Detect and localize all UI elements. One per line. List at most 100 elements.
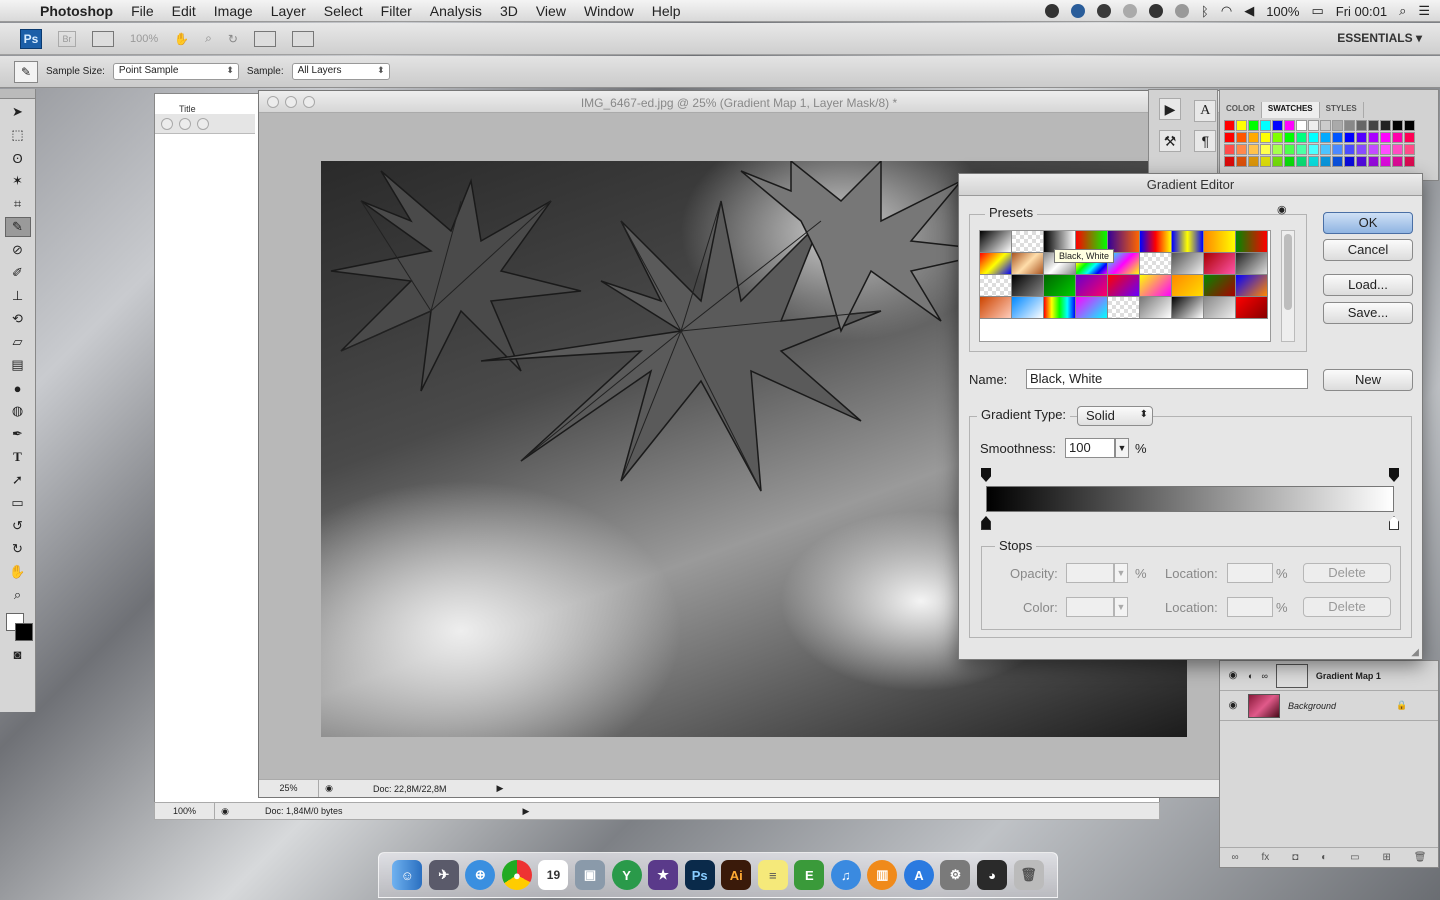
eye-icon[interactable]: ◉ bbox=[1226, 700, 1240, 711]
system-preferences-icon[interactable]: ⚙ bbox=[940, 860, 971, 890]
arrange-documents-icon[interactable] bbox=[253, 30, 276, 47]
swatch[interactable] bbox=[1248, 120, 1259, 131]
gradient-preset-swatch[interactable] bbox=[1076, 297, 1108, 319]
minimize-icon[interactable] bbox=[179, 117, 191, 130]
brush-tool-icon[interactable]: ✐ bbox=[5, 263, 31, 283]
new-layer-icon[interactable]: ⊞ bbox=[1382, 852, 1390, 863]
gradient-preset-swatch[interactable] bbox=[1140, 253, 1172, 275]
swatch[interactable] bbox=[1272, 156, 1283, 167]
healing-brush-tool-icon[interactable]: ⊘ bbox=[5, 240, 31, 260]
launchpad-icon[interactable]: ✈ bbox=[428, 860, 459, 890]
eye-icon[interactable]: ◉ bbox=[1226, 670, 1240, 681]
bridge-button[interactable]: Br bbox=[58, 30, 76, 47]
illustrator-icon[interactable]: Ai bbox=[721, 860, 752, 890]
swatch[interactable] bbox=[1344, 120, 1355, 131]
skype-icon[interactable] bbox=[1045, 4, 1060, 18]
gradient-preset-swatch[interactable] bbox=[980, 297, 1012, 319]
app-store-icon[interactable]: A bbox=[903, 860, 934, 890]
gradient-preset-swatch[interactable] bbox=[1012, 253, 1044, 275]
calendar-icon[interactable]: 19 bbox=[538, 860, 569, 890]
drop-icon[interactable] bbox=[1149, 4, 1164, 18]
opacity-field[interactable] bbox=[1066, 563, 1114, 583]
swatch[interactable] bbox=[1368, 132, 1379, 143]
delete-color-stop-button[interactable]: Delete bbox=[1303, 597, 1391, 617]
smoothness-field[interactable]: 100 bbox=[1065, 438, 1115, 458]
gradient-preset-swatch[interactable] bbox=[1172, 231, 1204, 253]
menu-3d[interactable]: 3D bbox=[500, 3, 518, 19]
swatch[interactable] bbox=[1284, 156, 1295, 167]
close-icon[interactable] bbox=[161, 117, 173, 130]
swatch[interactable] bbox=[1260, 156, 1271, 167]
color-location-field[interactable] bbox=[1227, 597, 1273, 617]
swatch[interactable] bbox=[1368, 120, 1379, 131]
cancel-button[interactable]: Cancel bbox=[1323, 239, 1413, 261]
layer-thumbnail[interactable] bbox=[1248, 693, 1280, 718]
swatch-grid[interactable] bbox=[1224, 120, 1415, 167]
swatch[interactable] bbox=[1236, 120, 1247, 131]
stickies-icon[interactable]: ≡ bbox=[757, 860, 788, 890]
finder-icon[interactable]: ☺ bbox=[392, 860, 423, 890]
dropbox-icon[interactable] bbox=[1071, 4, 1086, 18]
gradient-preset-swatch[interactable] bbox=[1204, 253, 1236, 275]
gradient-preset-swatch[interactable] bbox=[1140, 275, 1172, 297]
zoom-tool-icon[interactable]: ⌕ bbox=[5, 585, 31, 605]
rotate-view-icon[interactable]: ↻ bbox=[228, 32, 238, 46]
swatch[interactable] bbox=[1332, 120, 1343, 131]
gradient-preset-swatch[interactable] bbox=[1172, 275, 1204, 297]
notification-icon[interactable] bbox=[1123, 4, 1138, 18]
gradient-preset-swatch[interactable] bbox=[1108, 297, 1140, 319]
eyedropper-tool-icon[interactable]: ✎ bbox=[4, 217, 31, 237]
dodge-tool-icon[interactable]: ◍ bbox=[5, 401, 31, 421]
workspace-switcher[interactable]: ESSENTIALS ▾ bbox=[1337, 31, 1422, 45]
swatch[interactable] bbox=[1272, 132, 1283, 143]
gradient-preset-swatch[interactable] bbox=[980, 253, 1012, 275]
swatch[interactable] bbox=[1344, 132, 1355, 143]
volume-icon[interactable]: ◀ bbox=[1244, 3, 1254, 19]
tab-swatches[interactable]: SWATCHES bbox=[1261, 102, 1320, 118]
link-layers-icon[interactable]: ∞ bbox=[1231, 852, 1238, 863]
swatch[interactable] bbox=[1380, 120, 1391, 131]
tab-color[interactable]: COLOR bbox=[1220, 102, 1262, 118]
new-button[interactable]: New bbox=[1323, 369, 1413, 391]
swatch[interactable] bbox=[1404, 120, 1415, 131]
type-tool-icon[interactable]: T bbox=[5, 447, 31, 467]
gradient-preset-swatch[interactable] bbox=[1044, 275, 1076, 297]
blur-tool-icon[interactable]: ● bbox=[5, 378, 31, 398]
layer-mask-thumbnail[interactable] bbox=[1275, 663, 1308, 688]
layer-row[interactable]: ◉ Background 🔒 bbox=[1220, 691, 1438, 721]
gradient-preset-swatch[interactable] bbox=[980, 231, 1012, 253]
adium-icon[interactable]: ◕ bbox=[977, 860, 1008, 890]
photoshop-icon[interactable]: Ps bbox=[684, 860, 715, 890]
menu-filter[interactable]: Filter bbox=[381, 3, 412, 19]
swatch[interactable] bbox=[1308, 156, 1319, 167]
swatch[interactable] bbox=[1308, 120, 1319, 131]
swatch[interactable] bbox=[1236, 156, 1247, 167]
path-selection-tool-icon[interactable]: ➚ bbox=[5, 470, 31, 490]
quick-mask-icon[interactable]: ◙ bbox=[5, 644, 31, 664]
gradient-preset-swatch[interactable] bbox=[1012, 231, 1044, 253]
swatch[interactable] bbox=[1248, 132, 1259, 143]
smoothness-dropdown-icon[interactable]: ▼ bbox=[1115, 438, 1129, 458]
swatch[interactable] bbox=[1344, 156, 1355, 167]
gradient-preset-swatch[interactable] bbox=[1076, 275, 1108, 297]
new-group-icon[interactable]: ▭ bbox=[1350, 852, 1359, 863]
color-dropdown-icon[interactable]: ▼ bbox=[1114, 597, 1128, 617]
zoom-field[interactable]: 25% bbox=[259, 780, 319, 797]
save-button[interactable]: Save... bbox=[1323, 302, 1413, 324]
preview-icon[interactable]: ▣ bbox=[575, 860, 605, 890]
swatch[interactable] bbox=[1320, 156, 1331, 167]
name-field[interactable]: Black, White bbox=[1026, 369, 1308, 389]
menu-edit[interactable]: Edit bbox=[172, 3, 196, 19]
battery-percent[interactable]: 100% bbox=[1266, 4, 1299, 19]
bluetooth-icon[interactable]: ᛒ bbox=[1201, 4, 1209, 19]
fx-icon[interactable]: fx bbox=[1262, 852, 1270, 863]
swatch[interactable] bbox=[1320, 132, 1331, 143]
swatch[interactable] bbox=[1260, 120, 1271, 131]
battery-icon[interactable]: ▭ bbox=[1311, 3, 1323, 19]
swatch[interactable] bbox=[1404, 156, 1415, 167]
gradient-preset-swatch[interactable] bbox=[1140, 297, 1172, 319]
back-zoom-field[interactable]: 100% bbox=[155, 803, 215, 819]
ibooks-icon[interactable]: ▥ bbox=[867, 860, 898, 890]
3d-rotate-tool-icon[interactable]: ↺ bbox=[5, 516, 31, 536]
zoom-level-menu[interactable]: 100% bbox=[130, 33, 158, 45]
